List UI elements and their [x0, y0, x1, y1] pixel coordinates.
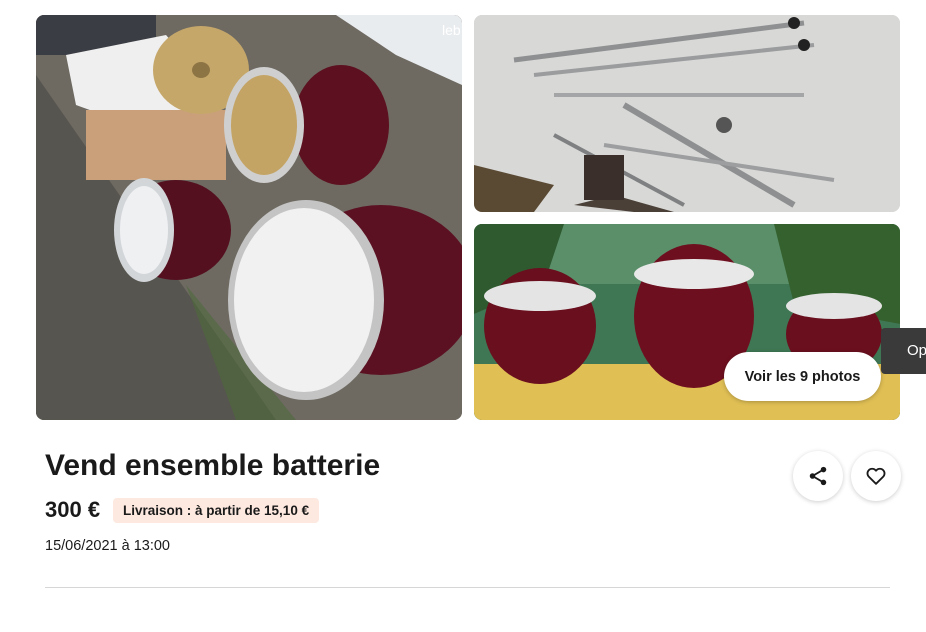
photo-main[interactable]: leb [36, 15, 462, 420]
section-divider [45, 587, 890, 588]
delivery-badge: Livraison : à partir de 15,10 € [113, 498, 320, 523]
heart-icon [866, 467, 886, 485]
listing-title: Vend ensemble batterie [45, 449, 381, 482]
see-all-photos-button[interactable]: Voir les 9 photos [724, 352, 881, 401]
favorite-button[interactable] [851, 451, 901, 501]
watermark-text: leb [442, 22, 461, 38]
share-button[interactable] [793, 451, 843, 501]
side-panel-tab-label: Op [907, 342, 926, 359]
hardware-stands-photo-image [474, 15, 900, 212]
photo-hardware[interactable] [474, 15, 900, 212]
side-panel-tab[interactable]: Op [881, 328, 926, 374]
drum-kit-photo-image: leb [36, 15, 462, 420]
listing-price: 300 € [45, 497, 101, 522]
listing-date: 15/06/2021 à 13:00 [45, 538, 170, 554]
share-icon [809, 466, 827, 486]
